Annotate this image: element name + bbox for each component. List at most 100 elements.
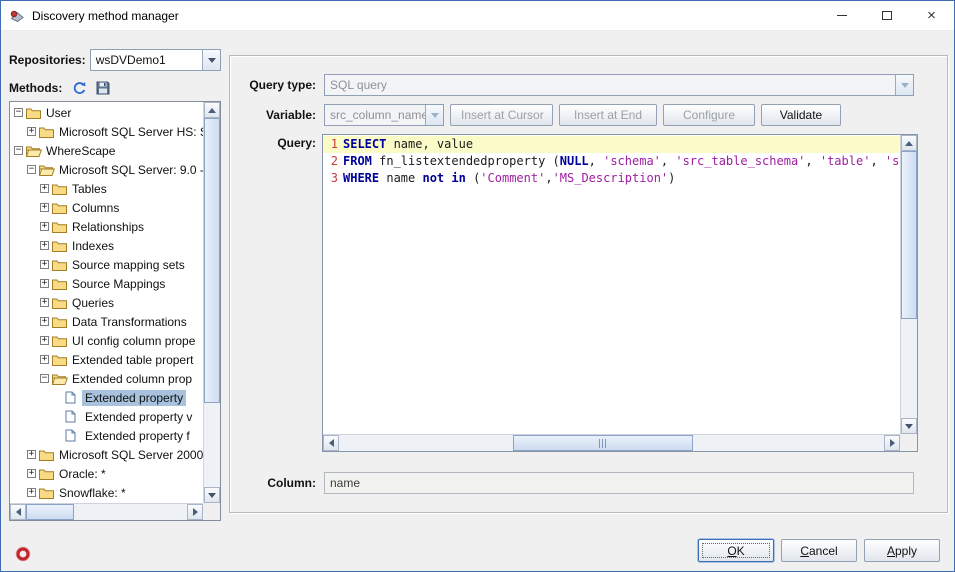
scrollbar-grip: [599, 439, 608, 448]
tree-item-label: Microsoft SQL Server: 9.0 -: [56, 162, 203, 178]
method-detail-panel: Query type: SQL query Variable: src_colu…: [229, 55, 948, 513]
tree-item[interactable]: + Data Transformations: [10, 312, 203, 331]
query-type-combo[interactable]: SQL query: [324, 74, 914, 96]
tree-item[interactable]: Extended property v: [10, 407, 203, 426]
folder-open-icon: [39, 164, 56, 176]
tree-item[interactable]: − Microsoft SQL Server: 9.0 -: [10, 160, 203, 179]
editor-vscroll-thumb[interactable]: [901, 151, 917, 319]
editor-horizontal-scrollbar[interactable]: [323, 434, 900, 451]
chevron-down-icon[interactable]: [202, 50, 220, 70]
expand-icon[interactable]: +: [40, 260, 49, 269]
chevron-down-icon[interactable]: [425, 105, 443, 125]
tree-horizontal-scrollbar[interactable]: [10, 503, 203, 520]
variable-combo[interactable]: src_column_name: [324, 104, 444, 126]
tree-item[interactable]: −User: [10, 103, 203, 122]
code-line[interactable]: 3WHERE name not in ('Comment','MS_Descri…: [323, 170, 900, 187]
folder-open-icon: [26, 145, 43, 157]
tree-item[interactable]: +Extended table propert: [10, 350, 203, 369]
expand-icon[interactable]: +: [27, 127, 36, 136]
tree-item[interactable]: +Source mapping sets: [10, 255, 203, 274]
expand-icon[interactable]: +: [40, 279, 49, 288]
tree-item[interactable]: +Microsoft SQL Server HS: S: [10, 122, 203, 141]
tree-item[interactable]: +Snowflake: *: [10, 483, 203, 502]
scroll-up-icon[interactable]: [901, 135, 917, 151]
scroll-left-icon[interactable]: [10, 504, 26, 520]
help-ring-icon[interactable]: [15, 546, 31, 562]
expand-icon[interactable]: +: [40, 184, 49, 193]
code-line[interactable]: 1SELECT name, value: [323, 136, 900, 153]
folder-open-icon: [52, 373, 69, 385]
tree-item[interactable]: +Oracle: *: [10, 464, 203, 483]
apply-button[interactable]: Apply: [864, 539, 940, 562]
folder-icon: [39, 449, 56, 461]
repositories-row: Repositories: wsDVDemo1: [9, 49, 221, 71]
code-line[interactable]: 2FROM fn_listextendedproperty (NULL, 'sc…: [323, 153, 900, 170]
variable-buttons: Insert at Cursor Insert at End Configure Va…: [444, 104, 841, 126]
scroll-left-icon[interactable]: [323, 435, 339, 451]
close-icon: ×: [927, 8, 936, 23]
ok-button[interactable]: OK: [698, 539, 774, 562]
maximize-button[interactable]: [864, 1, 909, 30]
tree-hscroll-thumb[interactable]: [26, 504, 74, 520]
query-label: Query:: [238, 136, 316, 150]
chevron-down-icon[interactable]: [895, 75, 913, 95]
tree-item[interactable]: +Source Mappings: [10, 274, 203, 293]
tree-item[interactable]: +Microsoft SQL Server 2000: [10, 445, 203, 464]
expand-icon[interactable]: +: [40, 298, 49, 307]
save-icon[interactable]: [96, 80, 114, 96]
tree-item[interactable]: +Indexes: [10, 236, 203, 255]
expand-icon[interactable]: +: [40, 336, 49, 345]
discovery-method-manager-dialog: { "window": { "title": "Discovery method…: [0, 0, 955, 572]
window-title: Discovery method manager: [32, 9, 179, 23]
tree-item[interactable]: +UI config column prope: [10, 331, 203, 350]
tree-item-label: Columns: [69, 200, 122, 216]
expand-icon[interactable]: +: [27, 469, 36, 478]
folder-icon: [52, 297, 69, 309]
tree-item[interactable]: −WhereScape: [10, 141, 203, 160]
scroll-right-icon[interactable]: [187, 504, 203, 520]
maximize-icon: [882, 11, 892, 20]
tree-item-label: Data Transformations: [69, 314, 190, 330]
app-icon[interactable]: [9, 8, 25, 24]
collapse-icon[interactable]: −: [40, 374, 49, 383]
tree-item[interactable]: −Extended column prop: [10, 369, 203, 388]
tree-item[interactable]: +Tables: [10, 179, 203, 198]
tree-vertical-scrollbar[interactable]: [203, 102, 220, 503]
cancel-button[interactable]: Cancel: [781, 539, 857, 562]
scroll-up-icon[interactable]: [204, 102, 220, 118]
close-button[interactable]: ×: [909, 1, 954, 30]
expand-icon[interactable]: +: [40, 241, 49, 250]
collapse-icon[interactable]: −: [27, 165, 36, 174]
insert-at-cursor-button[interactable]: Insert at Cursor: [450, 104, 553, 126]
expand-icon[interactable]: +: [40, 222, 49, 231]
expand-icon[interactable]: +: [27, 450, 36, 459]
folder-icon: [52, 278, 69, 290]
configure-button[interactable]: Configure: [663, 104, 755, 126]
expand-icon[interactable]: +: [40, 355, 49, 364]
expand-icon[interactable]: +: [40, 203, 49, 212]
refresh-icon[interactable]: [72, 80, 90, 96]
tree-item[interactable]: +Queries: [10, 293, 203, 312]
scroll-down-icon[interactable]: [204, 487, 220, 503]
collapse-icon[interactable]: −: [14, 146, 23, 155]
scroll-down-icon[interactable]: [901, 418, 917, 434]
code-text: FROM fn_listextendedproperty (NULL, 'sch…: [343, 153, 900, 170]
repositories-combo[interactable]: wsDVDemo1: [90, 49, 221, 71]
query-editor[interactable]: 1SELECT name, value2FROM fn_listextended…: [322, 134, 918, 452]
minimize-button[interactable]: [819, 1, 864, 30]
tree-item[interactable]: Extended property: [10, 388, 203, 407]
variable-label: Variable:: [238, 104, 316, 126]
editor-vertical-scrollbar[interactable]: [900, 135, 917, 434]
tree-vscroll-thumb[interactable]: [204, 118, 220, 403]
tree-item[interactable]: +Relationships: [10, 217, 203, 236]
collapse-icon[interactable]: −: [14, 108, 23, 117]
editor-hscroll-thumb[interactable]: [513, 435, 693, 451]
column-field[interactable]: [324, 472, 914, 494]
insert-at-end-button[interactable]: Insert at End: [559, 104, 657, 126]
tree-item[interactable]: Extended property f: [10, 426, 203, 445]
tree-item[interactable]: + Columns: [10, 198, 203, 217]
scroll-right-icon[interactable]: [884, 435, 900, 451]
expand-icon[interactable]: +: [27, 488, 36, 497]
expand-icon[interactable]: +: [40, 317, 49, 326]
validate-button[interactable]: Validate: [761, 104, 841, 126]
